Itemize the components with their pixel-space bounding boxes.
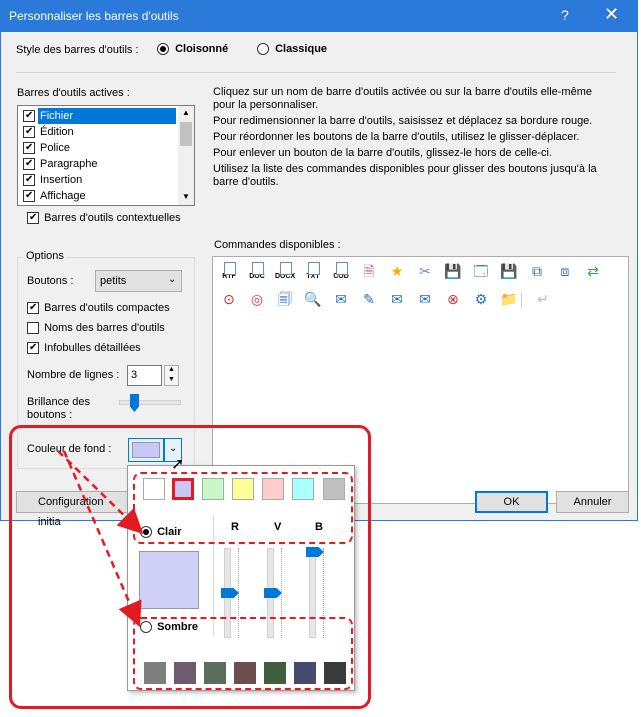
annotation-arrows xyxy=(57,450,144,628)
arrow-to-dark xyxy=(62,450,142,628)
